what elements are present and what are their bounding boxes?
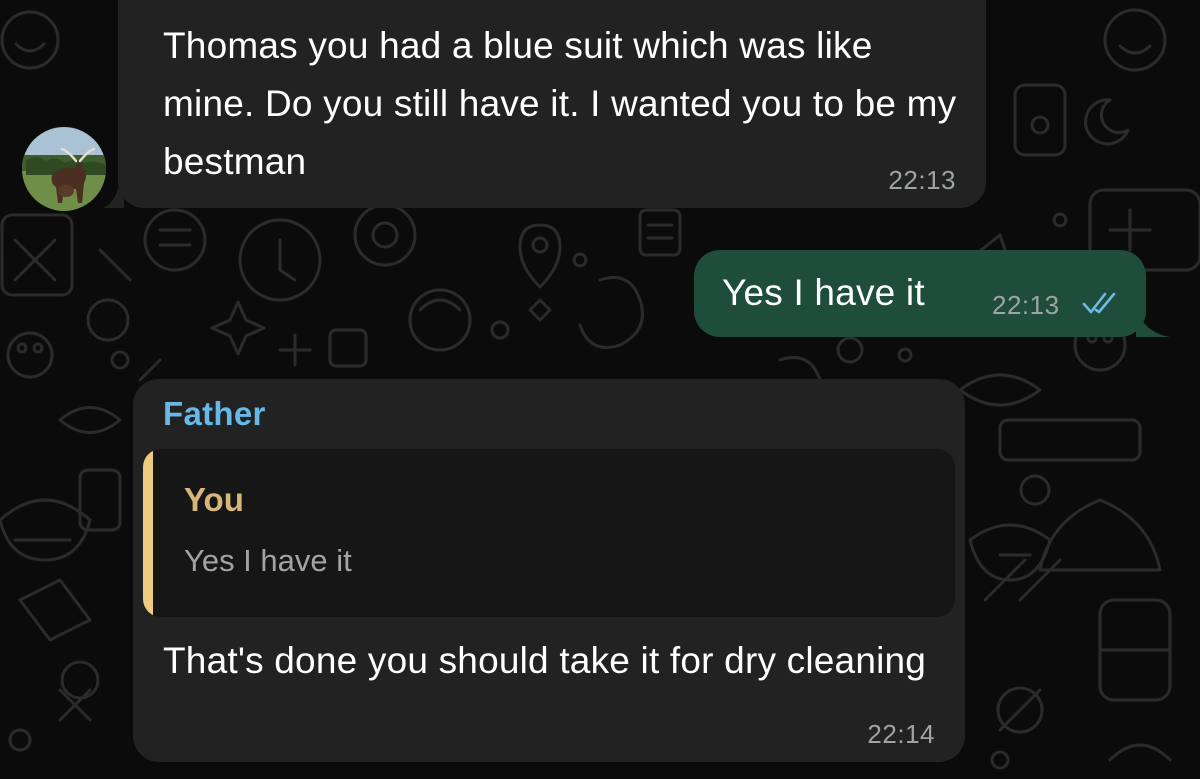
- message-time: 22:14: [867, 719, 935, 749]
- message-bubble-incoming-reply[interactable]: Father You Yes I have it That's done you…: [133, 379, 965, 762]
- quote-author: You: [184, 481, 244, 518]
- quote-accent-bar: [143, 449, 153, 617]
- message-bubble-outgoing[interactable]: Yes I have it 22:13: [694, 250, 1146, 337]
- bubble-tail: [1136, 306, 1170, 337]
- message-text: That's done you should take it for dry c…: [163, 640, 927, 681]
- sender-name: Father: [163, 395, 266, 432]
- message-text: Yes I have it: [722, 272, 925, 313]
- bubble-tail: [104, 178, 124, 208]
- chat-conversation: Thomas you had a blue suit which was lik…: [0, 0, 1200, 779]
- quote-text: Yes I have it: [184, 543, 352, 578]
- double-check-read-icon: [1082, 292, 1116, 314]
- message-time: 22:13: [992, 290, 1060, 320]
- message-text: Thomas you had a blue suit which was lik…: [163, 25, 957, 182]
- message-bubble-incoming[interactable]: Thomas you had a blue suit which was lik…: [118, 0, 986, 208]
- message-time: 22:13: [888, 165, 956, 195]
- avatar-cow-photo-icon: [22, 127, 106, 211]
- reply-quote[interactable]: You Yes I have it: [143, 449, 955, 617]
- contact-avatar[interactable]: [22, 127, 106, 211]
